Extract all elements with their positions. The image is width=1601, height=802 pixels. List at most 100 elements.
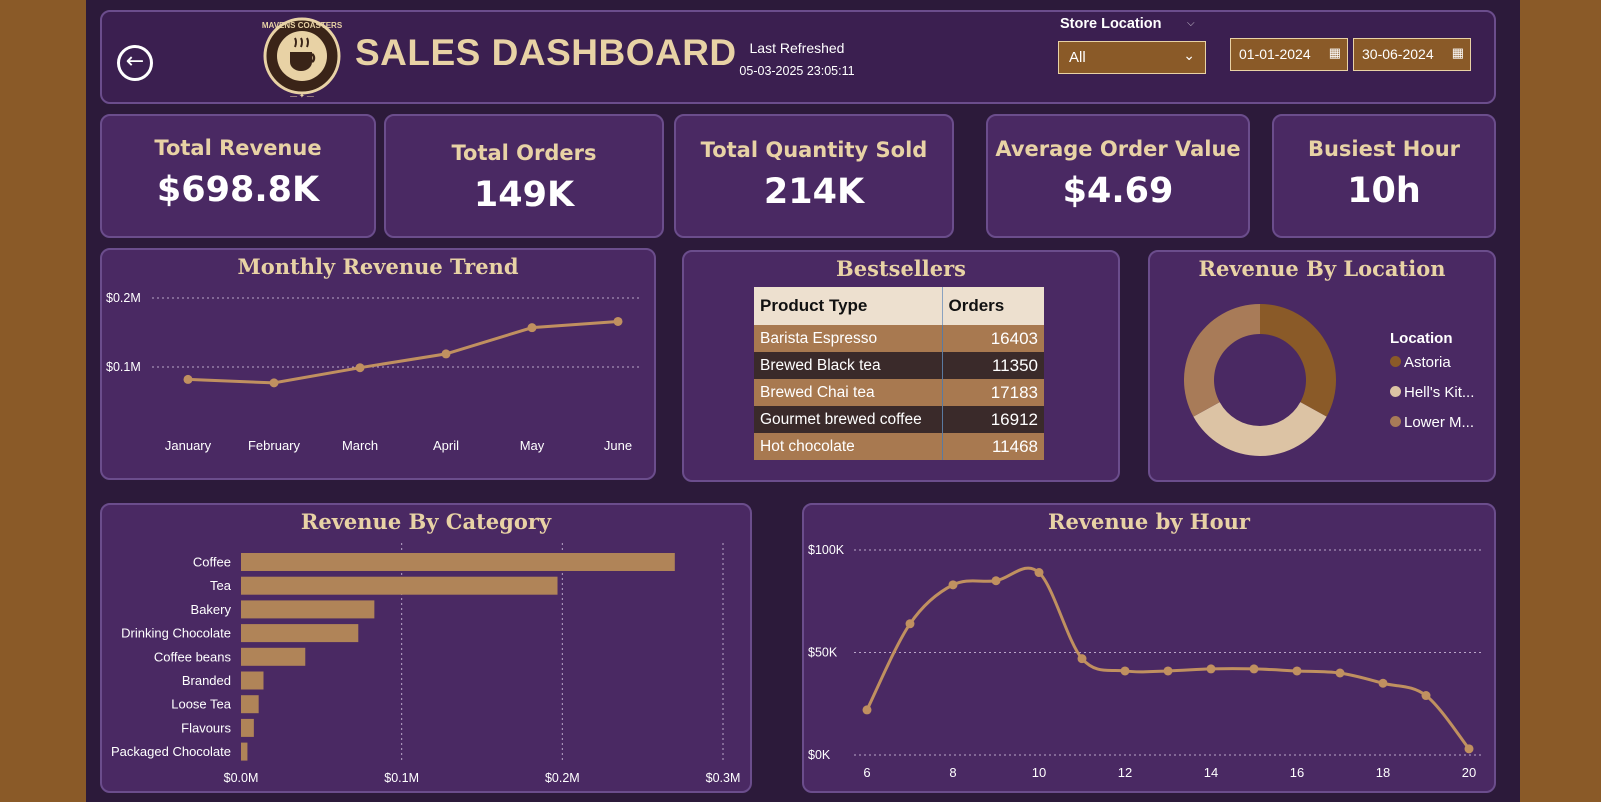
back-arrow-icon[interactable]: ← <box>117 45 153 81</box>
calendar-icon[interactable]: ▦ <box>1452 45 1464 61</box>
kpi-value: 214K <box>763 172 865 212</box>
data-point <box>1292 666 1302 676</box>
orders-cell: 17183 <box>942 379 1044 406</box>
chevron-down-icon[interactable]: ⌵ <box>1187 18 1195 29</box>
category-label: Loose Tea <box>171 697 232 712</box>
kpi-card-average-order-value: Average Order Value $4.69 <box>986 114 1250 238</box>
panel-title: Revenue By Location <box>1198 256 1446 281</box>
legend-item-astoria[interactable]: Astoria <box>1390 354 1451 371</box>
table-row: Gourmet brewed coffee 16912 <box>754 406 1044 433</box>
legend-dot <box>1390 356 1401 367</box>
kpi-card-total-revenue: Total Revenue $698.8K <box>100 114 376 238</box>
kpi-value: 10h <box>1347 171 1421 211</box>
data-point <box>1421 691 1431 701</box>
series-line <box>187 319 619 385</box>
category-label: Coffee <box>193 555 231 570</box>
table-row: Barista Espresso 16403 <box>754 325 1044 352</box>
y-tick-label: $50K <box>808 646 838 660</box>
data-point <box>1249 664 1259 674</box>
header-bar: ← MAVENS COASTERS — ✦ — SALES DASHBOARD … <box>100 10 1496 104</box>
last-refreshed-date: 05-03-2025 23:05:11 <box>739 64 855 78</box>
start-date-field[interactable]: 01-01-2024 ▦ <box>1230 38 1348 71</box>
orders-cell: 16403 <box>942 325 1044 352</box>
kpi-label: Total Orders <box>451 141 597 165</box>
legend-label: Lower M... <box>1404 414 1475 431</box>
logo-text: MAVENS COASTERS <box>262 21 342 30</box>
chevron-down-icon: ⌄ <box>1183 47 1195 63</box>
kpi-label: Total Quantity Sold <box>700 138 928 162</box>
bestsellers-table: Product Type Orders Barista Espresso 164… <box>754 287 1044 460</box>
dashboard: ← MAVENS COASTERS — ✦ — SALES DASHBOARD … <box>86 0 1520 802</box>
x-tick-label: 10 <box>1032 765 1046 780</box>
orders-cell: 11468 <box>942 433 1044 460</box>
category-bar <box>241 553 675 571</box>
data-point <box>1206 664 1216 674</box>
column-header[interactable]: Orders <box>942 287 1044 325</box>
x-tick-label: 14 <box>1204 765 1218 780</box>
x-tick-label: 18 <box>1376 765 1390 780</box>
kpi-value: $4.69 <box>1062 171 1174 211</box>
data-point <box>1077 654 1087 664</box>
calendar-icon[interactable]: ▦ <box>1329 45 1341 61</box>
end-date-field[interactable]: 30-06-2024 ▦ <box>1353 38 1471 71</box>
x-tick-label: $0.3M <box>706 771 741 785</box>
legend-dot <box>1390 386 1401 397</box>
x-tick-label: 16 <box>1290 765 1304 780</box>
category-label: Branded <box>182 673 231 688</box>
data-point <box>991 576 1001 586</box>
legend-item-hells-kitchen[interactable]: Hell's Kit... <box>1390 384 1474 401</box>
kpi-value: $698.8K <box>156 170 320 210</box>
x-tick-label: 8 <box>949 765 956 780</box>
category-bar <box>241 742 248 761</box>
x-tick-label: $0.2M <box>545 771 580 785</box>
data-point <box>948 580 958 590</box>
data-point <box>1163 666 1173 676</box>
last-refreshed-label: Last Refreshed <box>749 40 845 56</box>
x-tick-label: April <box>433 438 459 453</box>
category-bar <box>241 600 375 619</box>
data-point <box>1335 668 1345 678</box>
orders-cell: 16912 <box>942 406 1044 433</box>
table-row: Brewed Black tea 11350 <box>754 352 1044 379</box>
x-tick-label: March <box>342 438 378 453</box>
product-cell: Brewed Chai tea <box>754 379 943 406</box>
x-tick-label: January <box>165 438 212 453</box>
table-row: Brewed Chai tea 17183 <box>754 379 1044 406</box>
start-date-value: 01-01-2024 <box>1239 46 1311 62</box>
category-bar <box>241 576 558 595</box>
data-point <box>862 705 872 715</box>
kpi-label: Busiest Hour <box>1307 137 1461 161</box>
legend-dot <box>1390 416 1401 427</box>
category-label: Coffee beans <box>154 649 232 664</box>
data-point <box>1120 666 1130 676</box>
legend-label: Hell's Kit... <box>1404 384 1475 401</box>
data-point <box>1464 744 1474 754</box>
legend-item-lower-manhattan[interactable]: Lower M... <box>1390 414 1474 431</box>
x-tick-label: February <box>248 438 301 453</box>
donut-slice <box>1193 402 1327 456</box>
kpi-label: Total Revenue <box>154 136 322 160</box>
x-tick-label: $0.1M <box>384 771 419 785</box>
brand-logo: MAVENS COASTERS — ✦ — <box>262 17 342 100</box>
donut-slice <box>1260 304 1336 417</box>
x-tick-label: May <box>520 438 545 453</box>
revenue-by-category-chart: $0.0M $0.1M $0.2M $0.3M Coffee Tea Bakery Drink… <box>111 543 741 785</box>
y-tick-label: $0K <box>808 748 831 762</box>
product-cell: Brewed Black tea <box>754 352 943 379</box>
revenue-by-hour-panel: Revenue by Hour $0K $50K $100K 6 8 10 12 14 16 18… <box>802 503 1496 793</box>
kpi-value: 149K <box>473 175 575 215</box>
x-tick-label: 6 <box>863 765 870 780</box>
revenue-by-hour-chart: $0K $50K $100K 6 8 10 12 14 16 18 20 <box>808 543 1484 780</box>
data-point <box>183 374 193 384</box>
category-bar <box>241 671 264 690</box>
monthly-revenue-panel: Monthly Revenue Trend $0.1M $0.2M January F… <box>100 248 656 480</box>
end-date-value: 30-06-2024 <box>1362 46 1434 62</box>
legend-label: Astoria <box>1404 354 1451 371</box>
monthly-revenue-chart: $0.1M $0.2M January February March April May Ju… <box>106 291 642 453</box>
data-point <box>441 349 451 359</box>
y-tick-label: $0.2M <box>106 291 141 305</box>
store-location-dropdown[interactable]: All ⌄ <box>1058 41 1206 74</box>
y-tick-label: $100K <box>808 543 845 557</box>
category-bar <box>241 695 259 714</box>
column-header[interactable]: Product Type <box>754 287 943 325</box>
